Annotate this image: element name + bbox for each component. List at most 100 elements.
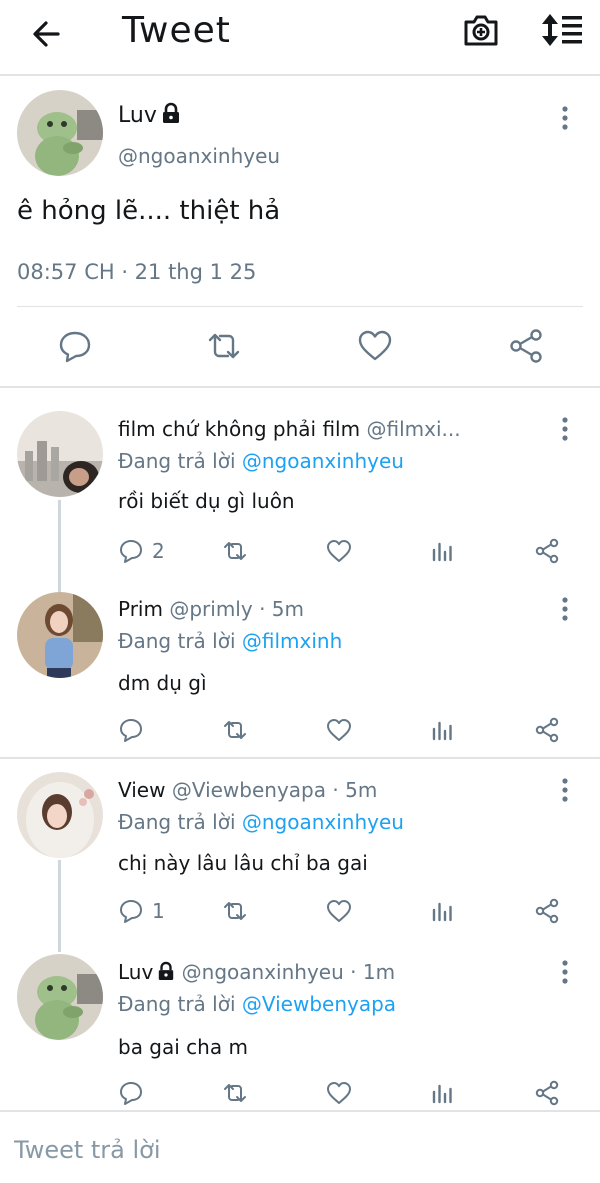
share-button[interactable] — [534, 537, 560, 565]
like-heart-icon[interactable] — [357, 328, 393, 364]
author-handle[interactable]: @ngoanxinhyeu — [118, 144, 280, 168]
analytics-icon — [432, 721, 452, 741]
retweet-icon — [224, 721, 246, 739]
more-vertical-icon[interactable] — [557, 415, 573, 443]
lock-icon — [159, 961, 174, 980]
more-vertical-icon[interactable] — [557, 958, 573, 986]
reply-composer — [0, 1110, 600, 1183]
analytics-button[interactable] — [430, 537, 456, 565]
avatar[interactable] — [17, 592, 103, 678]
top-bar: Tweet — [0, 0, 600, 76]
reply-tweet[interactable]: Prim @primly · 5m Đang trả lời @filmxinh… — [0, 585, 600, 755]
reply-author-handle[interactable]: @Viewbenyapa — [172, 778, 326, 802]
reply-author-name[interactable]: film chứ không phải film — [118, 417, 360, 441]
mention-link[interactable]: @filmxinh — [242, 629, 342, 653]
retweet-button[interactable] — [222, 1079, 248, 1107]
share-button[interactable] — [534, 1079, 560, 1107]
more-vertical-icon[interactable] — [557, 776, 573, 804]
reply-author-name[interactable]: Luv — [118, 960, 153, 984]
share-button[interactable] — [534, 897, 560, 925]
more-vertical-icon[interactable] — [557, 595, 573, 623]
analytics-button[interactable] — [430, 897, 456, 925]
reply-author-handle[interactable]: @ngoanxinhyeu — [182, 960, 344, 984]
like-heart-icon — [327, 719, 351, 741]
main-tweet: Luv @ngoanxinhyeu ê hỏng lẽ.... thiệt hả… — [0, 78, 600, 388]
avatar[interactable] — [17, 90, 103, 176]
like-button[interactable] — [326, 1079, 352, 1107]
reply-input[interactable] — [14, 1130, 574, 1170]
retweet-icon — [224, 542, 246, 560]
reply-text: rồi biết dụ gì luôn — [118, 489, 295, 513]
analytics-button[interactable] — [430, 1079, 456, 1107]
reply-icon — [120, 719, 142, 742]
reply-tweet[interactable]: View @Viewbenyapa · 5m Đang trả lời @ngo… — [0, 766, 600, 936]
reply-button[interactable]: 2 — [118, 537, 165, 565]
avatar[interactable] — [17, 954, 103, 1040]
mention-link[interactable]: @Viewbenyapa — [242, 992, 396, 1016]
analytics-button[interactable] — [430, 716, 456, 744]
reply-author-handle[interactable]: @primly — [169, 597, 252, 621]
reply-time: · 1m — [350, 960, 396, 984]
avatar[interactable] — [17, 411, 103, 497]
city-avatar-image — [17, 411, 103, 497]
retweet-icon — [224, 902, 246, 920]
woman-avatar-image — [17, 592, 103, 678]
reply-icon — [120, 900, 142, 923]
reply-count: 1 — [152, 899, 165, 923]
reply-author-name[interactable]: View — [118, 778, 165, 802]
reply-tweet[interactable]: Luv @ngoanxinhyeu · 1m Đang trả lời @Vie… — [0, 948, 600, 1108]
retweet-button[interactable] — [222, 537, 248, 565]
author-name[interactable]: Luv — [118, 102, 181, 128]
like-button[interactable] — [326, 897, 352, 925]
share-button[interactable] — [534, 716, 560, 744]
mention-link[interactable]: @ngoanxinhyeu — [242, 449, 404, 473]
retweet-icon — [224, 1084, 246, 1102]
hoodie-avatar-image — [17, 772, 103, 858]
reply-author-handle[interactable]: @filmxi... — [366, 417, 460, 441]
reply-tweet[interactable]: film chứ không phải film @filmxi... Đang… — [0, 405, 600, 575]
reply-header: Prim @primly · 5m — [118, 597, 548, 621]
like-button[interactable] — [326, 537, 352, 565]
thread-separator — [0, 757, 600, 759]
reply-header: film chứ không phải film @filmxi... — [118, 417, 548, 441]
analytics-icon — [432, 902, 452, 922]
like-heart-icon — [327, 540, 351, 562]
reply-text: ba gai cha m — [118, 1035, 248, 1059]
arrow-left-icon[interactable] — [28, 14, 68, 54]
reply-button[interactable] — [118, 716, 152, 744]
reply-time: · 5m — [332, 778, 378, 802]
reply-button[interactable] — [118, 1079, 152, 1107]
replying-to: Đang trả lời @ngoanxinhyeu — [118, 810, 404, 834]
sort-icon[interactable] — [540, 12, 584, 48]
retweet-button[interactable] — [222, 897, 248, 925]
camera-plus-icon[interactable] — [462, 12, 500, 48]
tweet-text: ê hỏng lẽ.... thiệt hả — [17, 196, 281, 226]
reply-button[interactable]: 1 — [118, 897, 165, 925]
mention-link[interactable]: @ngoanxinhyeu — [242, 810, 404, 834]
like-heart-icon — [327, 900, 351, 922]
retweet-icon[interactable] — [206, 328, 242, 364]
reply-header: Luv @ngoanxinhyeu · 1m — [118, 960, 548, 984]
reply-author-name[interactable]: Prim — [118, 597, 163, 621]
divider — [17, 306, 583, 307]
share-icon[interactable] — [508, 328, 544, 364]
lock-icon — [162, 102, 179, 123]
like-button[interactable] — [326, 716, 352, 744]
share-icon — [535, 538, 559, 564]
replying-to: Đang trả lời @filmxinh — [118, 629, 343, 653]
like-heart-icon — [327, 1082, 351, 1104]
replying-to: Đang trả lời @Viewbenyapa — [118, 992, 397, 1016]
share-icon — [535, 898, 559, 924]
reply-text: chị này lâu lâu chỉ ba gai — [118, 851, 368, 875]
replying-to: Đang trả lời @ngoanxinhyeu — [118, 449, 404, 473]
reply-time: · 5m — [259, 597, 304, 621]
retweet-button[interactable] — [222, 716, 248, 744]
page-title: Tweet — [122, 10, 231, 51]
reply-count: 2 — [152, 539, 165, 563]
more-vertical-icon[interactable] — [557, 104, 573, 132]
reply-header: View @Viewbenyapa · 5m — [118, 778, 548, 802]
analytics-icon — [432, 1084, 452, 1104]
reply-icon[interactable] — [57, 328, 93, 364]
tweet-timestamp: 08:57 CH · 21 thg 1 25 — [17, 260, 257, 284]
avatar[interactable] — [17, 772, 103, 858]
